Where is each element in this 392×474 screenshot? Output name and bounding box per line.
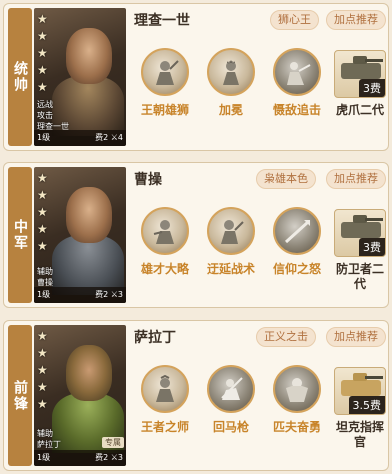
star-rating: ★ ★ ★ ★ ★ (37, 171, 48, 253)
title-badge[interactable]: 枭雄本色 (256, 169, 316, 189)
recommend-button[interactable]: 加点推荐 (326, 169, 386, 189)
level-text: 1级 (37, 290, 51, 299)
position-tab: 统帅 (8, 8, 32, 146)
king-army-icon (141, 365, 189, 413)
position-tab: 前锋 (8, 325, 32, 466)
lion-warrior-icon (141, 48, 189, 96)
star-icon: ★ (37, 12, 48, 26)
general-name: 曹操 (134, 172, 162, 188)
general-portrait[interactable]: ★ ★ ★ ★ ★ 辅助 曹操 1级 费2 ⚔3 (34, 167, 126, 303)
skill-item[interactable]: 雄才大略 (132, 207, 198, 277)
spear-icon (273, 207, 321, 255)
role-text: 辅助 (37, 429, 53, 438)
star-icon: ★ (37, 188, 48, 202)
star-icon: ★ (37, 239, 48, 253)
star-icon: ★ (37, 397, 48, 411)
level-text: 1级 (37, 453, 51, 462)
star-icon: ★ (37, 363, 48, 377)
skill-item[interactable]: 慑敌追击 (264, 48, 330, 118)
cost-count: 费2 ⚔3 (95, 290, 123, 299)
portrait-body (52, 235, 124, 295)
unit-item[interactable]: 3费 防卫者二代 (332, 209, 388, 292)
recommend-button[interactable]: 加点推荐 (326, 10, 386, 30)
general-name: 萨拉丁 (134, 330, 176, 346)
general-name: 理查一世 (134, 13, 190, 29)
cost-count: 费2 ⚔4 (95, 133, 123, 142)
unit-item[interactable]: 3.5费 坦克指挥官 (332, 367, 388, 450)
star-icon: ★ (37, 380, 48, 394)
general-card-2[interactable]: 中军 ★ ★ ★ ★ ★ 辅助 曹操 1级 费2 ⚔3 曹操 枭雄本色 加点推荐… (3, 162, 389, 308)
strategist-icon (141, 207, 189, 255)
star-icon: ★ (37, 171, 48, 185)
skill-item[interactable]: 迂延战术 (198, 207, 264, 277)
star-icon: ★ (37, 222, 48, 236)
brave-icon (273, 365, 321, 413)
star-rating: ★ ★ ★ ★ ★ (37, 12, 48, 94)
portrait-face (66, 187, 112, 243)
skill-list: 王者之师 回马枪 匹夫奋勇 (132, 365, 330, 435)
star-icon: ★ (37, 346, 48, 360)
skill-item[interactable]: 匹夫奋勇 (264, 365, 330, 435)
level-bar: 1级 费2 ⚔3 (34, 287, 126, 303)
pursuit-icon (273, 48, 321, 96)
role-text: 远战 (37, 100, 53, 109)
role-text: 辅助 (37, 267, 53, 276)
tank-icon: 3.5费 (334, 367, 386, 415)
level-bar: 1级 费2 ⚔4 (34, 130, 126, 146)
skill-item[interactable]: 加冕 (198, 48, 264, 118)
portrait-face (66, 28, 112, 84)
level-bar: 1级 费2 ⚔3 (34, 450, 126, 466)
unit-cost: 3费 (359, 238, 385, 256)
star-icon: ★ (37, 63, 48, 77)
general-card-3[interactable]: 前锋 ★ ★ ★ ★ ★ 辅助 萨拉丁 专属 1级 费2 ⚔3 萨拉丁 正义之击… (3, 320, 389, 471)
exclusive-tag: 专属 (102, 437, 124, 448)
star-icon: ★ (37, 29, 48, 43)
star-icon: ★ (37, 80, 48, 94)
skill-list: 王朝雄狮 加冕 慑敌追击 (132, 48, 330, 118)
level-text: 1级 (37, 133, 51, 142)
skill-item[interactable]: 王朝雄狮 (132, 48, 198, 118)
role-text: 萨拉丁 (37, 440, 61, 449)
recommend-button[interactable]: 加点推荐 (326, 327, 386, 347)
title-badge[interactable]: 狮心王 (270, 10, 319, 30)
title-badge[interactable]: 正义之击 (256, 327, 316, 347)
skill-item[interactable]: 王者之师 (132, 365, 198, 435)
skill-list: 雄才大略 迂延战术 信仰之怒 (132, 207, 330, 277)
portrait-face (66, 345, 112, 401)
star-icon: ★ (37, 329, 48, 343)
skill-item[interactable]: 回马枪 (198, 365, 264, 435)
unit-cost: 3费 (359, 79, 385, 97)
tank-icon: 3费 (334, 50, 386, 98)
unit-label: 虎爪二代 (335, 103, 384, 117)
unit-cost: 3.5费 (348, 396, 385, 414)
tank-icon: 3费 (334, 209, 386, 257)
tactics-icon (207, 207, 255, 255)
cost-count: 费2 ⚔3 (95, 453, 123, 462)
unit-item[interactable]: 3费 虎爪二代 (332, 50, 388, 118)
general-portrait[interactable]: ★ ★ ★ ★ ★ 辅助 萨拉丁 专属 1级 费2 ⚔3 (34, 325, 126, 466)
general-portrait[interactable]: ★ ★ ★ ★ ★ 远战 攻击 理查一世 1级 费2 ⚔4 (34, 8, 126, 146)
crown-warrior-icon (207, 48, 255, 96)
star-icon: ★ (37, 46, 48, 60)
general-card-1[interactable]: 统帅 ★ ★ ★ ★ ★ 远战 攻击 理查一世 1级 费2 ⚔4 理查一世 狮心… (3, 3, 389, 151)
unit-label: 防卫者二代 (335, 262, 384, 291)
position-tab: 中军 (8, 167, 32, 303)
star-icon: ★ (37, 205, 48, 219)
horse-spear-icon (207, 365, 255, 413)
unit-label: 坦克指挥官 (335, 420, 384, 449)
star-rating: ★ ★ ★ ★ ★ (37, 329, 48, 411)
role-text: 攻击 (37, 111, 53, 120)
skill-item[interactable]: 信仰之怒 (264, 207, 330, 277)
